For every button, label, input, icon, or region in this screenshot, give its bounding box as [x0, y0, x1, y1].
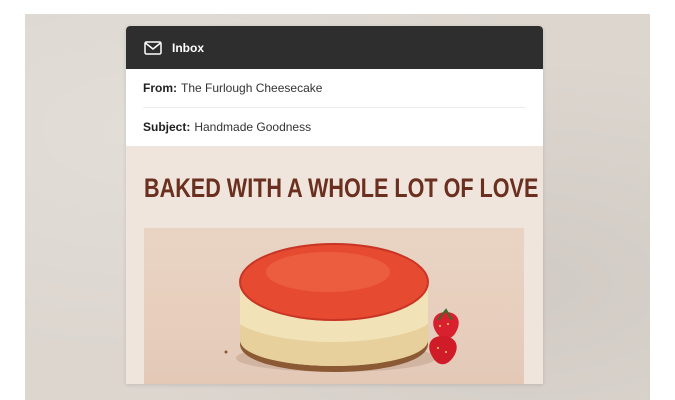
inbox-label: Inbox [172, 40, 204, 55]
subject-row: Subject: Handmade Goodness [143, 107, 526, 146]
from-label: From: [143, 81, 177, 95]
email-header-fields: From: The Furlough Cheesecake Subject: H… [126, 69, 543, 146]
email-body: BAKED WITH A WHOLE LOT OF LOVE [126, 146, 543, 204]
from-row: From: The Furlough Cheesecake [143, 69, 526, 107]
subject-label: Subject: [143, 120, 191, 134]
cheesecake-hero-image [144, 228, 524, 384]
subject-value: Handmade Goodness [194, 120, 312, 134]
email-preview: Inbox From: The Furlough Cheesecake Subj… [126, 26, 543, 384]
email-headline: BAKED WITH A WHOLE LOT OF LOVE [144, 173, 539, 203]
inbox-header: Inbox [126, 26, 543, 69]
from-value: The Furlough Cheesecake [181, 81, 323, 95]
envelope-icon [144, 40, 162, 55]
